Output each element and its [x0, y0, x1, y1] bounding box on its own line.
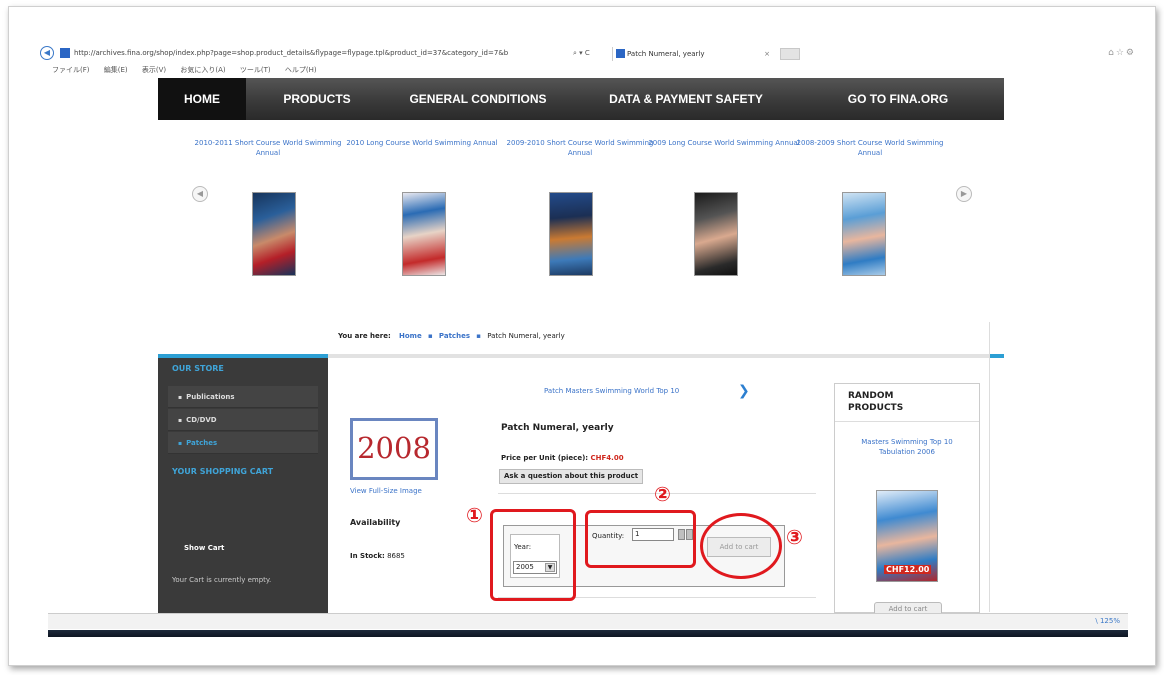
sidebar: OUR STORE Publications CD/DVD Patches YO…: [158, 358, 328, 613]
breadcrumb-current: Patch Numeral, yearly: [487, 332, 565, 340]
breadcrumb-patches[interactable]: Patches: [439, 332, 470, 340]
in-stock: In Stock: 8685: [350, 552, 405, 560]
sidebar-store-title: OUR STORE: [172, 364, 224, 373]
browser-tab[interactable]: Patch Numeral, yearly ×: [612, 47, 778, 61]
show-cart-link[interactable]: Show Cart: [184, 544, 224, 552]
carousel-title-3[interactable]: 2009-2010 Short Course World Swimming An…: [500, 138, 660, 158]
carousel-title-5[interactable]: 2008-2009 Short Course World Swimming An…: [790, 138, 950, 158]
in-stock-value: 8685: [387, 552, 405, 560]
sidebar-item-cd-dvd[interactable]: CD/DVD: [168, 409, 318, 431]
carousel: 2010-2011 Short Course World Swimming An…: [158, 138, 1004, 168]
cart-empty-text: Your Cart is currently empty.: [172, 576, 272, 584]
annotation-ellipse-add-to-cart: [700, 513, 782, 579]
carousel-title-2[interactable]: 2010 Long Course World Swimming Annual: [342, 138, 502, 148]
random-products-title: RANDOM PRODUCTS: [848, 391, 904, 413]
menu-edit[interactable]: 編集(E): [104, 66, 128, 74]
cover-image-3[interactable]: [549, 192, 593, 276]
ask-question-button[interactable]: Ask a question about this product: [499, 469, 644, 484]
cover-image-1[interactable]: [252, 192, 296, 276]
annotation-box-year: [490, 509, 576, 601]
annotation-box-quantity: [585, 510, 696, 568]
cover-image-5[interactable]: [842, 192, 886, 276]
close-icon[interactable]: ×: [764, 47, 770, 61]
site-favicon: [60, 48, 70, 58]
shop-page: HOME PRODUCTS GENERAL CONDITIONS DATA & …: [158, 78, 1004, 616]
tab-title: Patch Numeral, yearly: [627, 50, 705, 58]
breadcrumb-separator: ▪: [427, 332, 433, 340]
nav-general-conditions[interactable]: GENERAL CONDITIONS: [388, 78, 568, 120]
new-tab-button[interactable]: [780, 48, 800, 60]
nav-go-to-fina[interactable]: GO TO FINA.ORG: [808, 78, 988, 120]
next-product-link[interactable]: Patch Masters Swimming World Top 10: [544, 387, 679, 395]
url-field[interactable]: http://archives.fina.org/shop/index.php?…: [74, 49, 574, 57]
random-product-link[interactable]: Masters Swimming Top 10 Tabulation 2006: [848, 437, 966, 457]
address-bar: ◀ http://archives.fina.org/shop/index.ph…: [40, 46, 1140, 62]
menu-file[interactable]: ファイル(F): [52, 66, 90, 74]
tab-favicon: [616, 49, 625, 58]
divider-accent-right: [990, 354, 1004, 358]
search-refresh-icons[interactable]: ⌕ ▾ C: [573, 49, 590, 58]
browser-menu: ファイル(F) 編集(E) 表示(V) お気に入り(A) ツール(T) ヘルプ(…: [52, 65, 329, 75]
carousel-prev-icon[interactable]: ◀: [192, 186, 208, 202]
carousel-title-1[interactable]: 2010-2011 Short Course World Swimming An…: [188, 138, 348, 158]
sidebar-cart-title: YOUR SHOPPING CART: [172, 467, 274, 476]
status-bar: \ 125%: [48, 613, 1128, 629]
product-title: Patch Numeral, yearly: [501, 423, 614, 433]
divider: [835, 421, 979, 422]
in-stock-label: In Stock:: [350, 552, 385, 560]
view-full-size-link[interactable]: View Full-Size Image: [350, 487, 422, 495]
breadcrumb: You are here: Home ▪ Patches ▪ Patch Num…: [338, 332, 565, 340]
menu-view[interactable]: 表示(V): [142, 66, 166, 74]
product-price: Price per Unit (piece): CHF4.00: [501, 454, 624, 462]
cover-image-2[interactable]: [402, 192, 446, 276]
nav-home[interactable]: HOME: [158, 78, 246, 120]
menu-favorites[interactable]: お気に入り(A): [180, 66, 225, 74]
zoom-level[interactable]: \ 125%: [1095, 617, 1120, 625]
random-product-price: CHF12.00: [884, 565, 932, 574]
breadcrumb-home[interactable]: Home: [399, 332, 422, 340]
sidebar-item-publications[interactable]: Publications: [168, 386, 318, 408]
nav-data-payment-safety[interactable]: DATA & PAYMENT SAFETY: [586, 78, 786, 120]
breadcrumb-label: You are here:: [338, 332, 391, 340]
nav-products[interactable]: PRODUCTS: [258, 78, 376, 120]
product-image[interactable]: 2008: [350, 418, 438, 480]
annotation-number-3: ③: [786, 525, 803, 549]
cover-image-4[interactable]: [694, 192, 738, 276]
content-right-border: [989, 322, 990, 612]
price-label: Price per Unit (piece):: [501, 454, 589, 462]
back-icon[interactable]: ◀: [40, 46, 54, 60]
next-arrow-icon[interactable]: ❯: [738, 383, 750, 399]
carousel-next-icon[interactable]: ▶: [956, 186, 972, 202]
availability-label: Availability: [350, 518, 401, 527]
sidebar-item-patches[interactable]: Patches: [168, 432, 318, 454]
annotation-number-2: ②: [654, 482, 671, 506]
top-navigation: HOME PRODUCTS GENERAL CONDITIONS DATA & …: [158, 78, 1004, 120]
annotation-number-1: ①: [466, 503, 483, 527]
menu-help[interactable]: ヘルプ(H): [285, 66, 317, 74]
carousel-title-4[interactable]: 2009 Long Course World Swimming Annual: [644, 138, 804, 148]
home-star-gear-icons[interactable]: ⌂☆⚙: [1108, 48, 1136, 58]
breadcrumb-separator: ▪: [476, 332, 481, 340]
menu-tools[interactable]: ツール(T): [240, 66, 271, 74]
price-value: CHF4.00: [590, 454, 624, 462]
taskbar: [48, 630, 1128, 637]
